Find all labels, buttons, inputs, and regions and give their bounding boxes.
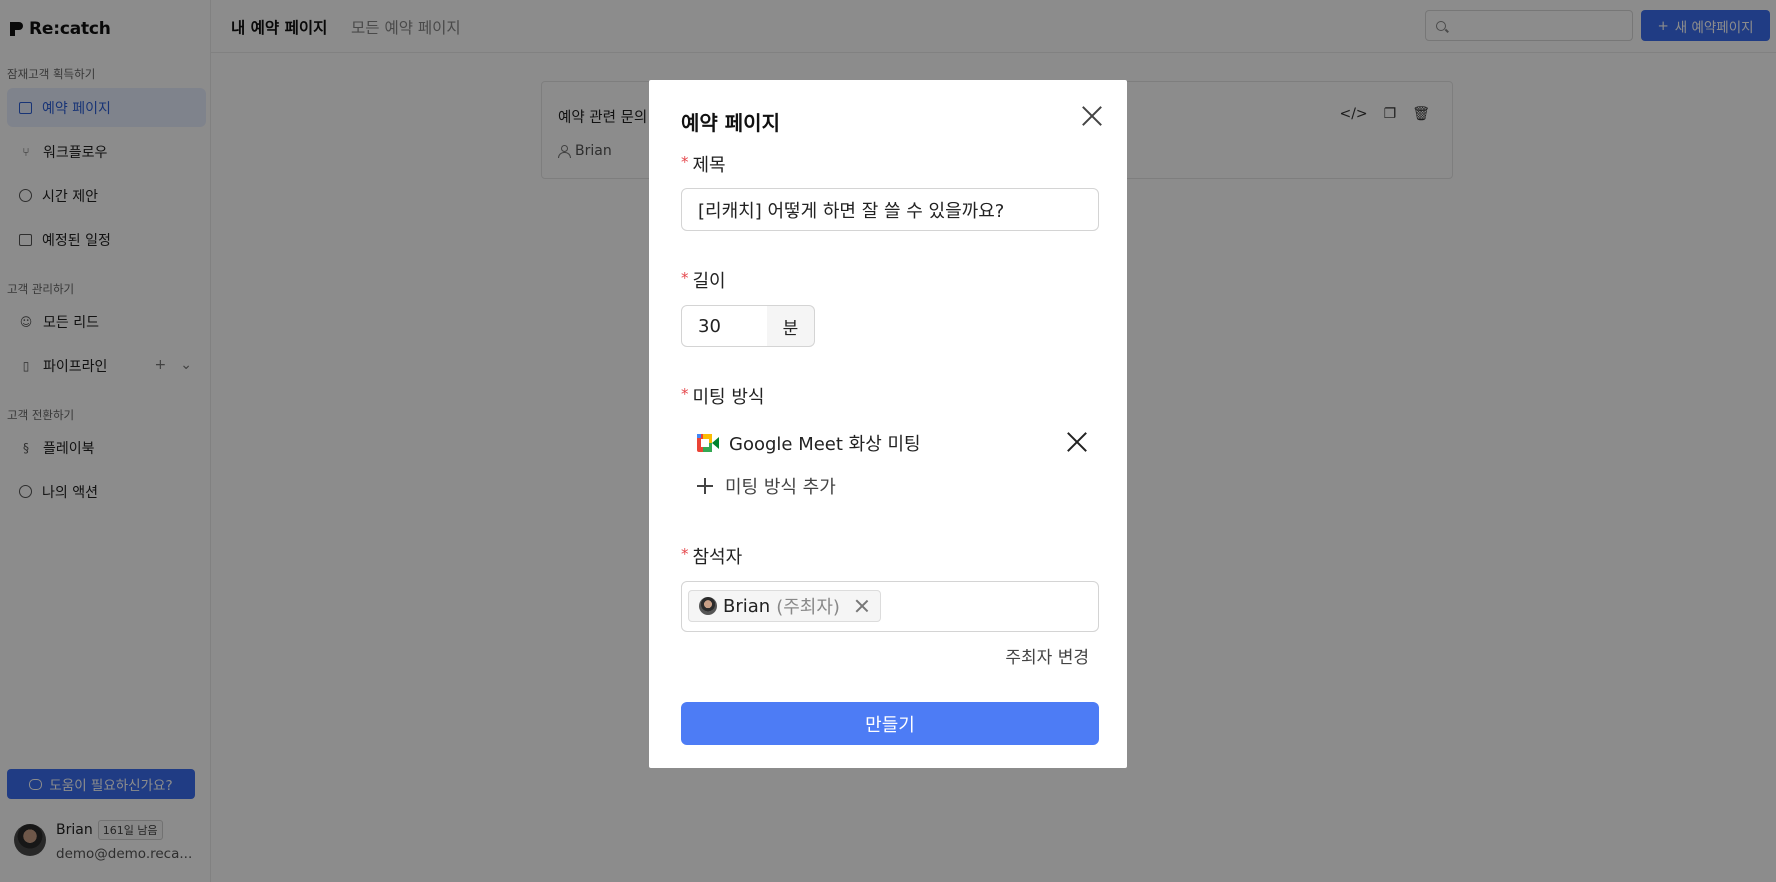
meeting-method-label: * 미팅 방식 [681,385,765,408]
booking-page-modal: 예약 페이지 * 제목 [리캐치] 어떻게 하면 잘 쓸 수 있을까요? * 길이 … [649,80,1127,768]
avatar [699,597,717,615]
remove-attendee-icon[interactable] [856,600,868,612]
remove-meeting-method-icon[interactable] [1067,432,1087,452]
duration-unit: 분 [767,305,815,347]
close-icon[interactable] [1081,105,1103,127]
add-meeting-method-label: 미팅 방식 추가 [725,477,836,498]
duration-input[interactable]: 30 [681,305,768,347]
modal-title: 예약 페이지 [681,111,780,135]
attendee-name: Brian [723,595,771,617]
attendee-role: (주최자) [776,597,840,618]
title-input[interactable]: [리캐치] 어떻게 하면 잘 쓸 수 있을까요? [681,188,1099,231]
change-host-link[interactable]: 주최자 변경 [1005,643,1089,668]
attendees-label: * 참석자 [681,545,743,568]
meeting-method-name: Google Meet 화상 미팅 [729,434,921,455]
google-meet-icon [697,434,719,452]
meeting-method-item: Google Meet 화상 미팅 [697,430,921,456]
attendee-tag: Brian (주최자) [688,590,881,622]
required-mark: * [681,269,689,287]
plus-icon [697,478,713,494]
attendees-input[interactable]: Brian (주최자) [681,581,1099,632]
required-mark: * [681,153,689,171]
title-field-label: * 제목 [681,153,726,176]
required-mark: * [681,385,689,403]
required-mark: * [681,545,689,563]
create-button[interactable]: 만들기 [681,702,1099,745]
add-meeting-method-button[interactable]: 미팅 방식 추가 [697,473,836,499]
duration-field-label: * 길이 [681,269,726,292]
